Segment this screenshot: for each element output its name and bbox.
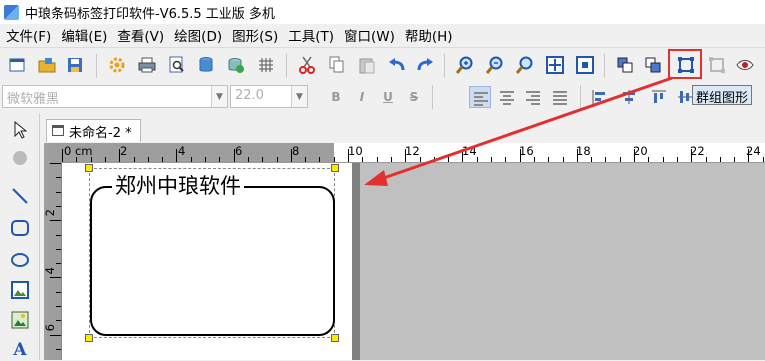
arrow-head xyxy=(364,170,388,186)
annotation-arrow xyxy=(364,76,673,186)
arrow-shaft xyxy=(377,76,673,182)
